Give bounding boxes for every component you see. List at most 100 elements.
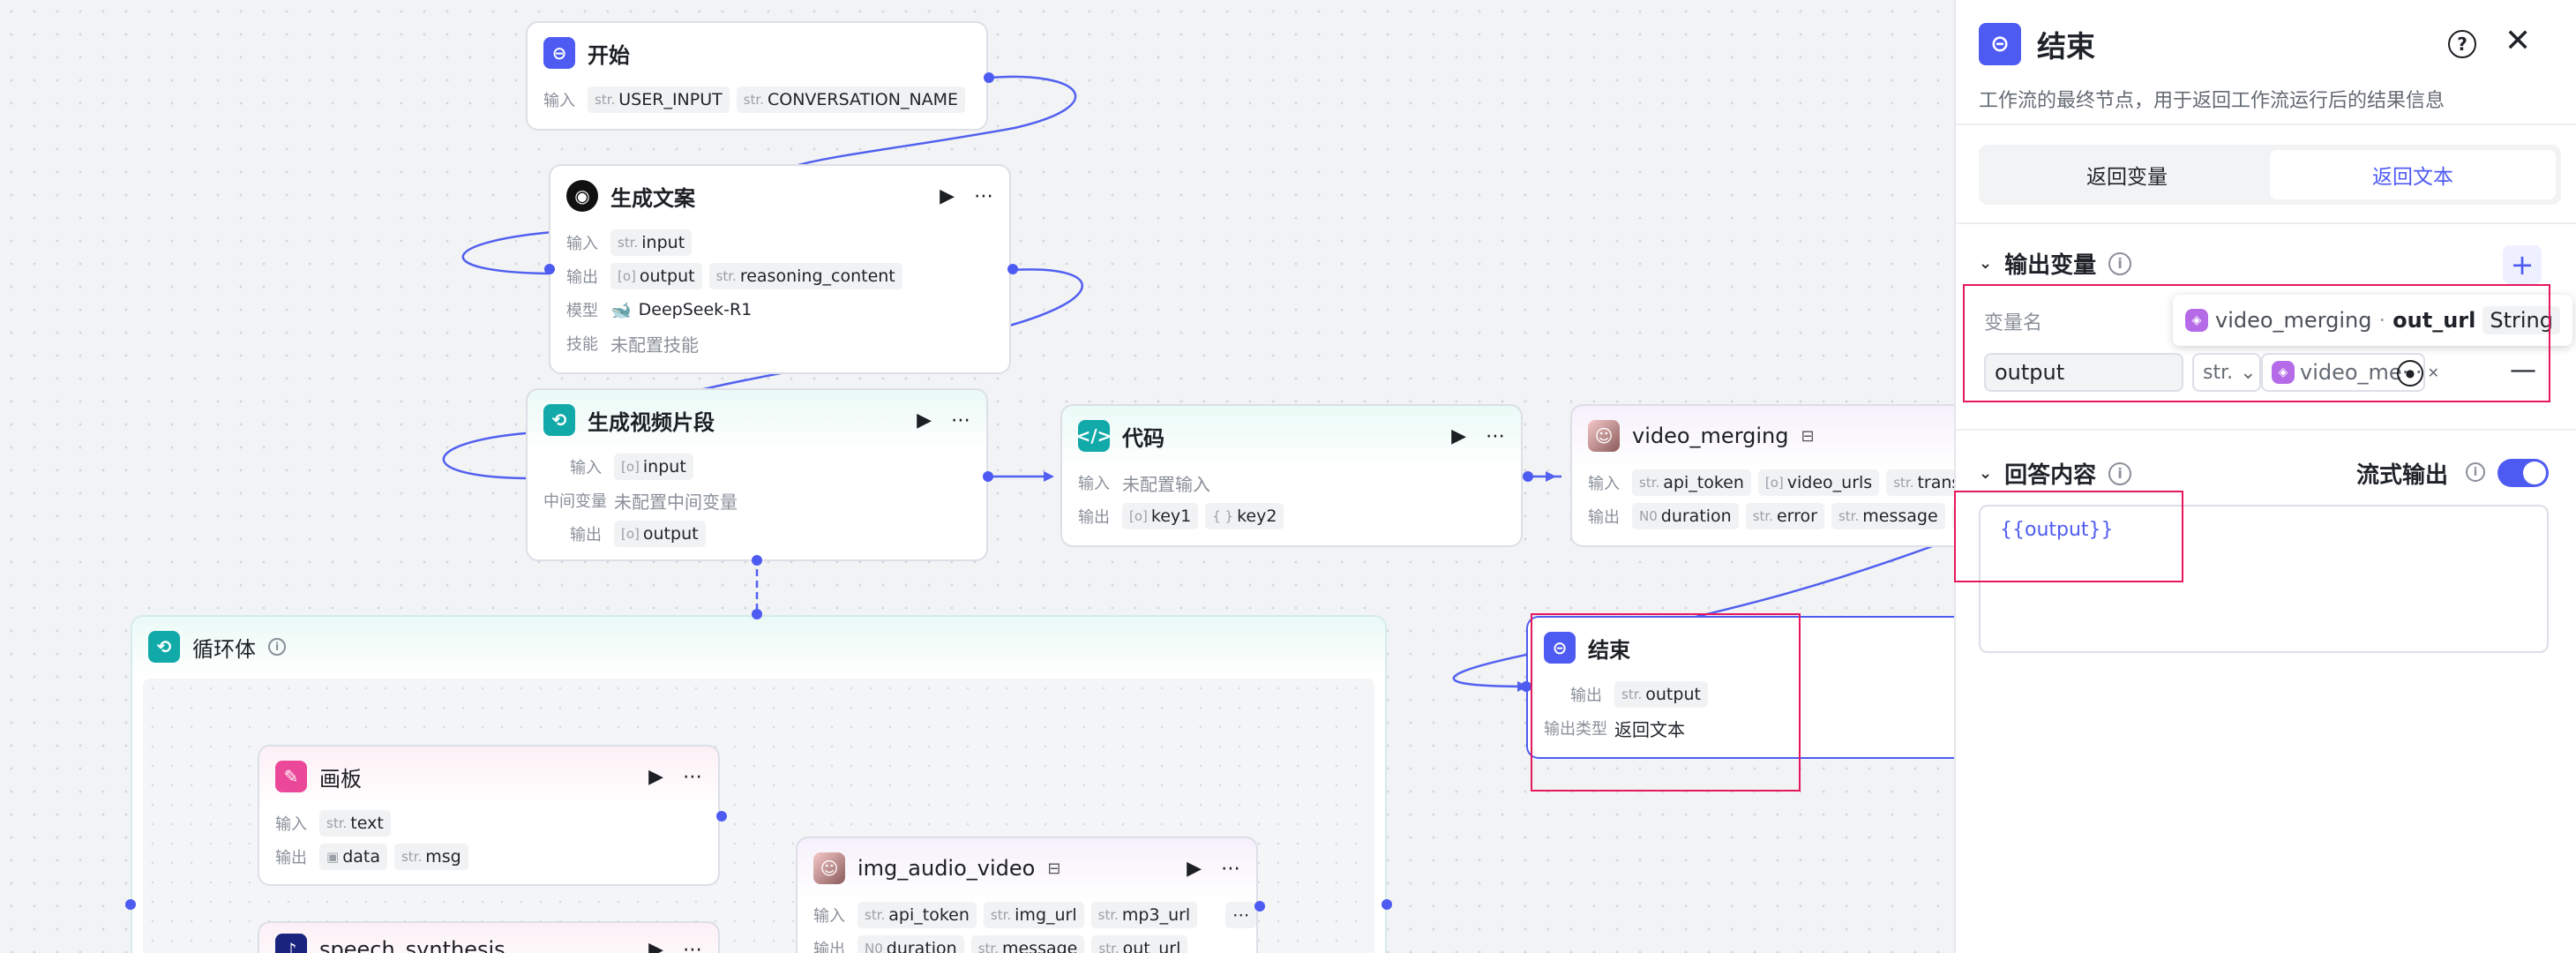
input-value: 未配置输入 bbox=[1122, 473, 1210, 495]
tab-return-text[interactable]: 返回文本 bbox=[2270, 150, 2556, 199]
model-label: 模型 bbox=[566, 302, 598, 320]
help-icon[interactable]: ? bbox=[2448, 30, 2476, 58]
more-icon[interactable]: ⋯ bbox=[1486, 425, 1505, 447]
canvas-icon: ✎ bbox=[275, 761, 307, 792]
more-icon[interactable]: ⋯ bbox=[1221, 858, 1240, 880]
info-icon: i bbox=[2108, 461, 2132, 485]
var-tag: [o] video_urls bbox=[1757, 469, 1880, 496]
skill-label: 技能 bbox=[566, 335, 598, 354]
input-label: 输入 bbox=[1588, 475, 1620, 493]
mid-var-label: 中间变量 bbox=[543, 492, 607, 511]
more-icon[interactable]: ⋯ bbox=[951, 409, 970, 431]
var-tag: str. api_token bbox=[857, 902, 977, 928]
port[interactable] bbox=[984, 72, 994, 83]
more-tag[interactable]: ⋯ bbox=[1225, 902, 1256, 928]
input-label: 输入 bbox=[570, 459, 602, 477]
var-tag: str. input bbox=[610, 229, 693, 256]
var-tag: [o] output bbox=[614, 521, 706, 547]
highlight-box bbox=[1963, 284, 2550, 402]
var-tag: ▣ data bbox=[319, 844, 387, 870]
var-tag: [o] key1 bbox=[1122, 503, 1199, 529]
node-title: 画板 bbox=[319, 766, 362, 792]
info-icon: i bbox=[2466, 462, 2485, 482]
port[interactable] bbox=[125, 899, 136, 910]
var-tag: str. error bbox=[1745, 503, 1824, 529]
more-icon[interactable]: ⋯ bbox=[683, 766, 702, 788]
output-label: 输出 bbox=[813, 941, 845, 953]
model-name: DeepSeek-R1 bbox=[638, 300, 753, 319]
stream-output-label: 流式输出 bbox=[2356, 462, 2449, 489]
section-title: 回答内容 bbox=[2004, 462, 2097, 489]
highlight-box bbox=[1954, 491, 2183, 582]
var-tag: N0 duration bbox=[857, 935, 964, 953]
port[interactable] bbox=[752, 555, 762, 566]
plugin-badge-icon: ⊟ bbox=[1047, 859, 1061, 878]
port[interactable] bbox=[1254, 901, 1265, 912]
plugin-badge-icon: ⊟ bbox=[1801, 426, 1815, 446]
stream-output-toggle[interactable] bbox=[2497, 459, 2549, 487]
port[interactable] bbox=[544, 264, 555, 274]
var-tag: str. text bbox=[319, 810, 391, 837]
port[interactable] bbox=[1523, 471, 1533, 482]
output-label: 输出 bbox=[566, 268, 598, 287]
section-title: 输出变量 bbox=[2004, 252, 2097, 279]
llm-node[interactable]: ◉ 生成文案 ▶ ⋯ 输入 str. input 输出 [o] output str. re… bbox=[549, 164, 1011, 374]
close-icon[interactable]: ✕ bbox=[2505, 23, 2531, 59]
var-tag: str. mp3_url bbox=[1090, 902, 1198, 928]
port[interactable] bbox=[1007, 264, 1018, 274]
plugin-node-video-merging[interactable]: ☺ video_merging ⊟ 输入 str. api_token [o] vide… bbox=[1570, 404, 1967, 547]
code-node[interactable]: </> 代码 ▶ ⋯ 输入 未配置输入 输出 [o] key1 { } key2 bbox=[1060, 404, 1523, 547]
input-label: 输入 bbox=[543, 92, 575, 110]
port[interactable] bbox=[1382, 899, 1392, 910]
batch-icon: ⟲ bbox=[543, 404, 575, 436]
input-label: 输入 bbox=[566, 235, 598, 253]
var-tag: { } key2 bbox=[1205, 503, 1284, 529]
port[interactable] bbox=[983, 471, 993, 482]
run-icon[interactable]: ▶ bbox=[917, 409, 932, 431]
node-title: 生成文案 bbox=[610, 185, 695, 211]
chevron-down-icon[interactable]: ⌄ bbox=[1979, 464, 1992, 483]
more-icon[interactable]: ⋯ bbox=[683, 939, 702, 953]
plugin-avatar-icon: ☺ bbox=[813, 852, 845, 884]
tab-switch[interactable]: 返回变量 返回文本 bbox=[1979, 145, 2561, 205]
more-icon[interactable]: ⋯ bbox=[974, 185, 993, 207]
var-tag: str. reasoning_content bbox=[708, 263, 902, 289]
tab-return-variable[interactable]: 返回变量 bbox=[1984, 150, 2270, 199]
port[interactable] bbox=[752, 609, 762, 619]
node-title: speech_synthesis bbox=[319, 937, 505, 953]
add-variable-button[interactable]: + bbox=[2503, 245, 2542, 284]
var-tag: str. msg bbox=[393, 844, 468, 870]
node-title: video_merging bbox=[1632, 424, 1789, 448]
batch-node[interactable]: ⟲ 生成视频片段 ▶ ⋯ 输入 [o] input 中间变量 未配置中间变量 输出 [o] o… bbox=[526, 388, 988, 561]
run-icon[interactable]: ▶ bbox=[1451, 425, 1466, 447]
var-tag: str. api_token bbox=[1632, 469, 1751, 496]
node-title: 循环体 bbox=[192, 636, 256, 662]
run-icon[interactable]: ▶ bbox=[648, 939, 663, 953]
var-tag: str. img_url bbox=[983, 902, 1084, 928]
plugin-node-img-audio-video[interactable]: ☺ img_audio_video ⊟ ▶ ⋯ 输入 str. api_token st… bbox=[796, 837, 1258, 953]
panel-title: 结束 bbox=[2037, 29, 2095, 64]
start-node[interactable]: ⊖ 开始 输入 str. USER_INPUT str. CONVERSATION_N… bbox=[526, 21, 988, 131]
end-icon: ⊝ bbox=[1979, 23, 2021, 65]
run-icon[interactable]: ▶ bbox=[1187, 858, 1202, 880]
node-title: 代码 bbox=[1122, 425, 1164, 451]
input-label: 输入 bbox=[275, 815, 307, 834]
end-node-panel: ⊝ 结束 ? ✕ 工作流的最终节点，用于返回工作流运行后的结果信息 返回变量 返回… bbox=[1954, 0, 2576, 953]
run-icon[interactable]: ▶ bbox=[648, 766, 663, 788]
var-tag: str. message bbox=[970, 935, 1085, 953]
run-icon[interactable]: ▶ bbox=[940, 185, 955, 207]
highlight-box bbox=[1531, 613, 1801, 792]
plugin-node-speech-synthesis[interactable]: ♪ speech_synthesis ▶ ⋯ bbox=[258, 921, 720, 953]
deepseek-logo-icon: ◉ bbox=[566, 180, 598, 212]
port[interactable] bbox=[716, 811, 727, 822]
node-title: 开始 bbox=[588, 42, 630, 68]
plugin-avatar-icon: ☺ bbox=[1588, 420, 1620, 452]
input-label: 输入 bbox=[1078, 475, 1110, 493]
info-icon: i bbox=[2108, 251, 2132, 275]
loop-icon: ⟲ bbox=[148, 631, 180, 663]
output-label: 输出 bbox=[1588, 508, 1620, 527]
chevron-down-icon[interactable]: ⌄ bbox=[1979, 254, 1992, 273]
code-icon: </> bbox=[1076, 420, 1112, 452]
canvas-node[interactable]: ✎ 画板 ▶ ⋯ 输入 str. text 输出 ▣ data str. msg bbox=[258, 745, 720, 886]
var-tag: str. CONVERSATION_NAME bbox=[736, 86, 966, 113]
